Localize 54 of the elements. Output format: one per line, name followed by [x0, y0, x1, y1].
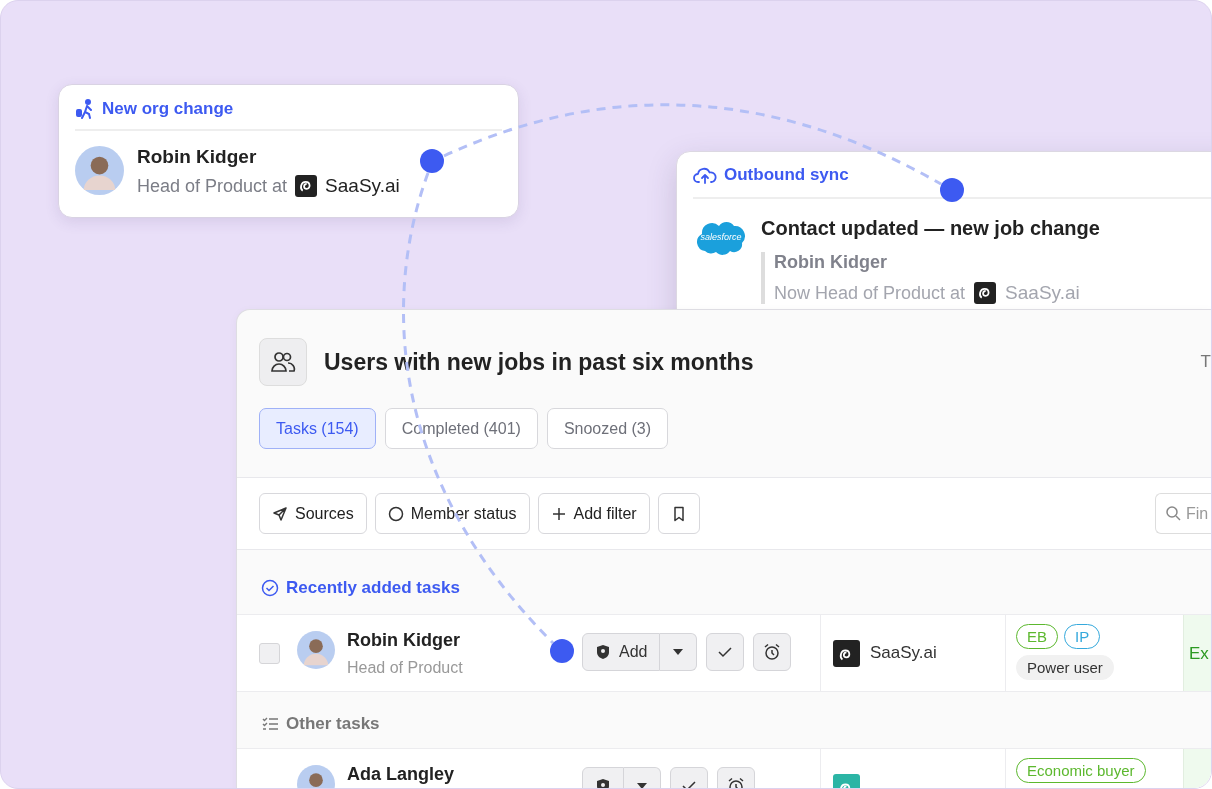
- tag: IP: [1064, 624, 1101, 649]
- connector-dot: [550, 639, 574, 663]
- shield-icon: [595, 644, 611, 660]
- job-title: Now Head of Product at: [774, 282, 966, 304]
- checklist-icon: [261, 715, 279, 733]
- list-title: Users with new jobs in past six months: [324, 348, 754, 376]
- filter-button[interactable]: Add filter: [537, 493, 650, 534]
- avatar: [75, 146, 124, 195]
- section-title: Recently added tasks: [286, 578, 460, 598]
- caret-icon: [636, 782, 648, 788]
- card-title: New org change: [102, 99, 234, 119]
- company-logo-icon: [295, 175, 318, 197]
- person-name: Robin Kidger: [774, 252, 888, 273]
- alarm-clock-icon: [763, 643, 782, 661]
- tag: EB: [1016, 624, 1058, 649]
- users-icon: [259, 338, 307, 386]
- check-circle-icon: [261, 579, 279, 597]
- complete-button[interactable]: [706, 633, 745, 671]
- tag: Economic buyer: [1016, 758, 1146, 783]
- bookmark-button[interactable]: [657, 493, 700, 534]
- check-icon: [717, 644, 734, 660]
- company-name: SaaSy.ai: [1005, 282, 1080, 304]
- caret-icon: [672, 648, 685, 656]
- cloud-upload-icon: [693, 165, 717, 185]
- status-cell: Ex: [1183, 615, 1211, 691]
- tab[interactable]: Snoozed (3): [546, 408, 669, 449]
- truncated-text: T: [1200, 352, 1211, 372]
- tab[interactable]: Tasks (154): [259, 408, 376, 449]
- card-title: Outbound sync: [724, 165, 849, 185]
- tag: Power user: [1016, 655, 1114, 680]
- connector-dot: [940, 178, 964, 202]
- section-title: Other tasks: [286, 714, 380, 734]
- tab[interactable]: Completed (401): [384, 408, 538, 449]
- filter-button[interactable]: Member status: [374, 493, 530, 534]
- person-name: Ada Langley: [347, 764, 456, 784]
- snooze-button[interactable]: [753, 633, 792, 671]
- job-title: Head of Product: [347, 659, 464, 677]
- avatar: [297, 631, 335, 669]
- add-button[interactable]: Add: [582, 633, 661, 671]
- search-field[interactable]: Fin: [1155, 493, 1211, 534]
- job-title: Head of Product at: [137, 175, 288, 197]
- person-name: Robin Kidger: [137, 146, 258, 168]
- send-icon: [272, 505, 288, 522]
- company-name: SaaSy.ai: [325, 175, 400, 197]
- company-name: SaaSy.ai: [870, 643, 937, 663]
- company-logo-icon: [974, 282, 997, 304]
- connector-dot: [420, 149, 444, 173]
- plus-icon: [550, 505, 567, 522]
- sync-headline: Contact updated — new job change: [761, 217, 1100, 240]
- circle-icon: [387, 505, 404, 522]
- row-checkbox[interactable]: [259, 643, 280, 664]
- filter-button[interactable]: Sources: [259, 493, 367, 534]
- person-name: Robin Kidger: [347, 630, 461, 650]
- walking-person-icon: [75, 99, 95, 119]
